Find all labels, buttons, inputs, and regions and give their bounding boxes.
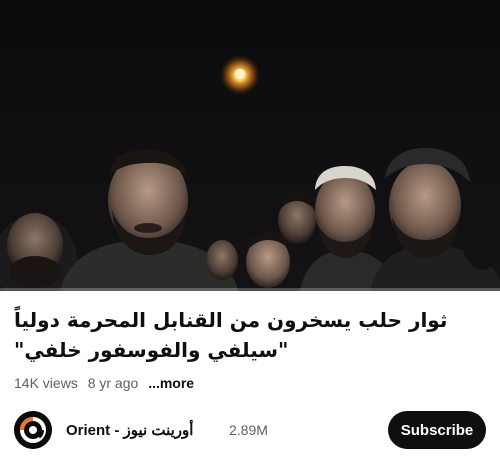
subscribe-button[interactable]: Subscribe — [388, 411, 486, 449]
upload-age: 8 yr ago — [87, 375, 139, 391]
view-count: 14K views — [14, 375, 78, 391]
channel-row: Orient - أورينت نيوز 2.89M Subscribe — [14, 411, 486, 451]
video-title[interactable]: ثوار حلب يسخرون من القنابل المحرمة دوليا… — [14, 305, 488, 365]
subscriber-count: 2.89M — [229, 422, 268, 438]
orient-logo-icon — [14, 411, 52, 449]
more-button[interactable]: ...more — [148, 375, 194, 391]
video-info-panel: ثوار حلب يسخرون من القنابل المحرمة دوليا… — [0, 291, 500, 460]
video-meta[interactable]: 14K views 8 yr ago ...more — [14, 375, 200, 391]
channel-avatar[interactable] — [14, 411, 52, 449]
video-frame — [0, 0, 500, 291]
video-player[interactable] — [0, 0, 500, 291]
channel-name[interactable]: Orient - أورينت نيوز — [66, 421, 193, 439]
video-watch-page: ثوار حلب يسخرون من القنابل المحرمة دوليا… — [0, 0, 500, 460]
